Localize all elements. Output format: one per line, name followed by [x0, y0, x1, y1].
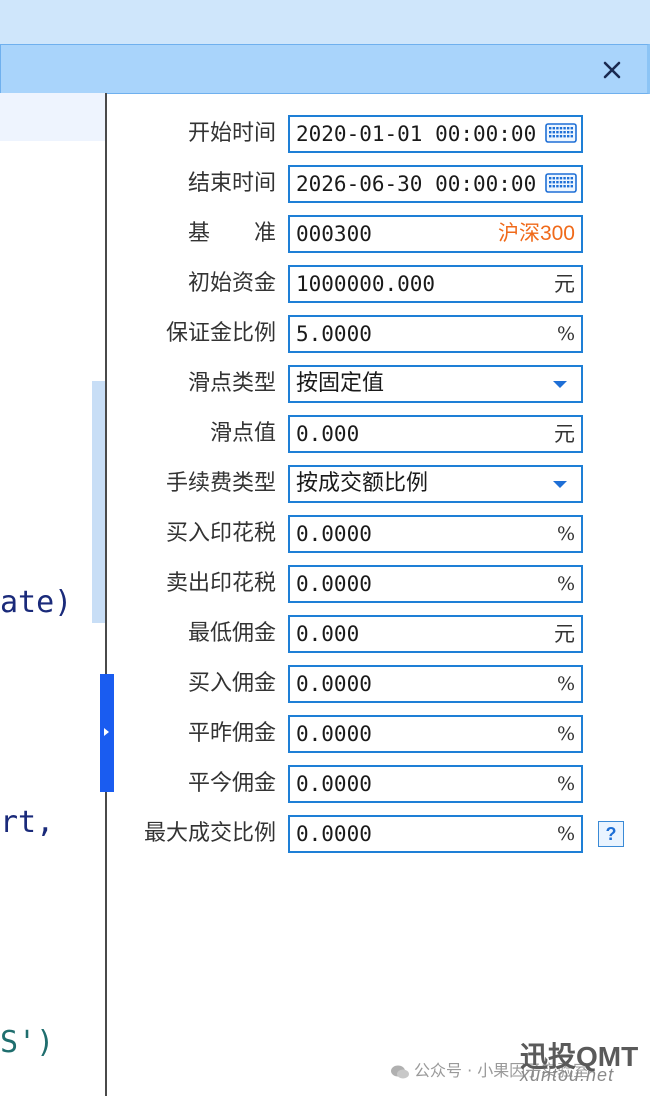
input-field[interactable]: 0.0000% [288, 715, 583, 753]
field-label: 基 准 [187, 221, 276, 246]
field-label: 初始资金 [187, 271, 276, 296]
unit-label: 元 [554, 422, 575, 446]
top-bar [0, 0, 650, 44]
field-label: 手续费类型 [165, 471, 276, 496]
unit-label: % [556, 323, 575, 345]
form-row: 保证金比例 5.0000% [110, 315, 650, 357]
unit-label: % [556, 523, 575, 545]
form-row: 最大成交比例 0.0000%? [110, 815, 650, 857]
field-label: 最低佣金 [187, 621, 276, 646]
unit-label: % [556, 823, 575, 845]
select-field[interactable]: 按固定值 [288, 365, 583, 403]
field-label: 滑点值 [209, 421, 276, 446]
input-field[interactable]: 0.0000% [288, 565, 583, 603]
dropdown-arrow-icon[interactable] [553, 381, 567, 388]
form-row: 基 准 000300 沪深300 [110, 215, 650, 257]
input-field[interactable]: 2020-01-01 00:00:00 [288, 115, 583, 153]
code-line: S') [0, 1025, 55, 1060]
unit-label: % [556, 773, 575, 795]
wechat-icon [391, 1065, 409, 1078]
field-value: 0.0000 [296, 672, 372, 696]
close-icon [603, 61, 621, 79]
input-field[interactable]: 000300 沪深300 [288, 215, 583, 253]
input-field[interactable]: 0.0000% [288, 815, 583, 853]
input-field[interactable]: 5.0000% [288, 315, 583, 353]
form-row: 买入佣金 0.0000% [110, 665, 650, 707]
field-value: 1000000.000 [296, 272, 436, 296]
current-line-highlight [0, 93, 105, 141]
editor-scrollbar[interactable] [92, 381, 105, 623]
input-field[interactable]: 0.0000% [288, 765, 583, 803]
watermark: 公众号 · 小果因子实验室 迅投QMT xuntou.net [390, 1035, 650, 1096]
close-button[interactable] [597, 55, 627, 85]
keyboard-icon[interactable] [545, 122, 577, 144]
field-value: 2020-01-01 00:00:00 [296, 122, 537, 146]
field-value: 0.0000 [296, 822, 372, 846]
form-row: 开始时间 2020-01-01 00:00:00 [110, 115, 650, 157]
keyboard-icon[interactable] [545, 172, 577, 194]
form-row: 最低佣金 0.000 元 [110, 615, 650, 657]
input-field[interactable]: 1000000.000 元 [288, 265, 583, 303]
field-value: 2026-06-30 00:00:00 [296, 172, 537, 196]
input-field[interactable]: 0.0000% [288, 665, 583, 703]
dropdown-arrow-icon[interactable] [553, 481, 567, 488]
field-value: 0.000 [296, 422, 360, 446]
form-row: 平昨佣金 0.0000% [110, 715, 650, 757]
field-label: 结束时间 [187, 171, 276, 196]
unit-label: % [556, 573, 575, 595]
input-field[interactable]: 0.000 元 [288, 415, 583, 453]
form-row: 滑点类型 按固定值 [110, 365, 650, 407]
field-value: 0.0000 [296, 722, 372, 746]
unit-label: % [556, 673, 575, 695]
unit-label: 元 [554, 622, 575, 646]
form-row: 滑点值 0.000 元 [110, 415, 650, 457]
select-field[interactable]: 按成交额比例 [288, 465, 583, 503]
code-editor-pane[interactable]: ate) rt, S') [0, 93, 105, 1096]
field-value: 0.0000 [296, 572, 372, 596]
field-label: 买入印花税 [165, 521, 276, 546]
form-row: 初始资金 1000000.000 元 [110, 265, 650, 307]
field-label: 滑点类型 [187, 371, 276, 396]
watermark-site: xuntou.net [520, 1065, 615, 1085]
input-field[interactable]: 2026-06-30 00:00:00 [288, 165, 583, 203]
code-line: rt, [0, 805, 73, 840]
help-icon[interactable]: ? [598, 821, 624, 847]
field-label: 最大成交比例 [143, 821, 276, 846]
form-row: 结束时间 2026-06-30 00:00:00 [110, 165, 650, 207]
field-value: 0.0000 [296, 772, 372, 796]
field-label: 保证金比例 [165, 321, 276, 346]
field-value: 0.0000 [296, 522, 372, 546]
code-line: ate) [0, 585, 73, 620]
field-value: 按固定值 [296, 371, 385, 396]
field-label: 平昨佣金 [187, 721, 276, 746]
form-row: 平今佣金 0.0000% [110, 765, 650, 807]
field-label: 买入佣金 [187, 671, 276, 696]
field-value: 0.000 [296, 622, 360, 646]
form-row: 手续费类型 按成交额比例 [110, 465, 650, 507]
field-value: 5.0000 [296, 322, 372, 346]
unit-label: 元 [554, 272, 575, 296]
field-label: 开始时间 [187, 121, 276, 146]
input-field[interactable]: 0.0000% [288, 515, 583, 553]
dialog-title-bar [0, 44, 650, 94]
unit-label: % [556, 723, 575, 745]
input-field[interactable]: 0.000 元 [288, 615, 583, 653]
field-value: 按成交额比例 [296, 471, 429, 496]
benchmark-name: 沪深300 [497, 222, 575, 245]
form-row: 买入印花税 0.0000% [110, 515, 650, 557]
form-row: 卖出印花税 0.0000% [110, 565, 650, 607]
field-value: 000300 [296, 222, 372, 246]
field-label: 卖出印花税 [165, 571, 276, 596]
pane-divider [105, 93, 107, 1096]
field-label: 平今佣金 [187, 771, 276, 796]
